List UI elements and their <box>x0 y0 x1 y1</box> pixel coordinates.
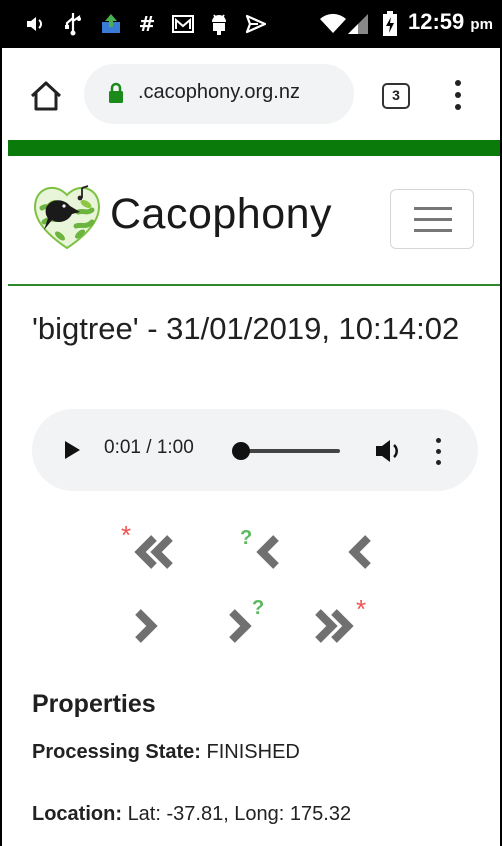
address-bar[interactable]: .cacophony.org.nz <box>84 64 354 124</box>
status-time: 12:59 pm <box>408 9 493 35</box>
battery-charging-icon <box>380 11 400 36</box>
double-chevron-right-icon: * <box>315 594 366 643</box>
status-ampm: pm <box>470 16 493 33</box>
star-marker: * <box>121 520 131 550</box>
question-marker: ? <box>240 527 252 549</box>
property-value: Lat: -37.81, Long: 175.32 <box>127 803 352 825</box>
site-brand-name[interactable]: Cacophony <box>110 190 332 239</box>
double-chevron-left-icon: * <box>121 520 173 569</box>
previous-tagged-recording-button[interactable]: * <box>118 520 182 582</box>
volume-button[interactable] <box>374 437 404 465</box>
chevron-right-icon <box>135 609 158 643</box>
play-button[interactable] <box>65 441 80 459</box>
previous-recording-button[interactable] <box>328 522 392 582</box>
volume-icon <box>24 12 48 36</box>
status-bar: # 12:59 pm <box>0 0 502 48</box>
next-recording-button[interactable] <box>118 596 182 656</box>
usb-icon <box>62 12 84 36</box>
seek-bar[interactable] <box>240 449 340 453</box>
next-tagged-recording-button[interactable]: * <box>310 594 374 656</box>
upload-icon <box>98 12 124 36</box>
star-marker: * <box>356 594 366 624</box>
property-value: FINISHED <box>206 741 300 763</box>
mail-icon <box>170 12 196 36</box>
hash-icon: # <box>138 12 156 36</box>
browser-menu-button[interactable] <box>448 80 468 114</box>
lock-icon <box>109 82 123 103</box>
chevron-right-icon: ? <box>229 597 264 643</box>
hamburger-bar <box>414 218 452 221</box>
tab-switcher-button[interactable]: 3 <box>382 83 410 109</box>
previous-untagged-recording-button[interactable]: ? <box>230 522 294 582</box>
player-options-button[interactable] <box>435 438 443 466</box>
send-icon <box>244 12 268 36</box>
chevron-left-icon <box>348 535 371 569</box>
next-untagged-recording-button[interactable]: ? <box>214 596 278 656</box>
home-button[interactable] <box>26 76 66 116</box>
site-top-bar <box>8 140 500 156</box>
chevron-left-icon: ? <box>240 527 279 569</box>
seek-handle[interactable] <box>232 442 250 460</box>
header-divider <box>8 284 500 286</box>
signal-icon <box>344 12 372 36</box>
properties-heading: Properties <box>32 690 156 718</box>
property-label: Processing State: <box>32 741 201 763</box>
property-location: Location: Lat: -37.81, Long: 175.32 <box>32 803 351 826</box>
audio-player: 0:01 / 1:00 <box>32 409 478 491</box>
status-time-value: 12:59 <box>408 9 465 34</box>
home-icon <box>30 81 62 111</box>
menu-toggle-button[interactable] <box>390 189 474 249</box>
property-label: Location: <box>32 803 122 825</box>
property-processing-state: Processing State: FINISHED <box>32 741 300 764</box>
bird-heart-logo-icon <box>34 185 100 250</box>
playback-time: 0:01 / 1:00 <box>104 437 194 458</box>
question-marker: ? <box>252 597 264 619</box>
recording-title: 'bigtree' - 31/01/2019, 10:14:02 <box>32 311 460 346</box>
cacophony-logo[interactable] <box>30 178 104 252</box>
hamburger-bar <box>414 229 452 232</box>
hamburger-bar <box>414 207 452 210</box>
browser-toolbar: .cacophony.org.nz 3 <box>2 48 500 140</box>
url-text: .cacophony.org.nz <box>138 81 300 103</box>
android-icon <box>208 12 230 36</box>
